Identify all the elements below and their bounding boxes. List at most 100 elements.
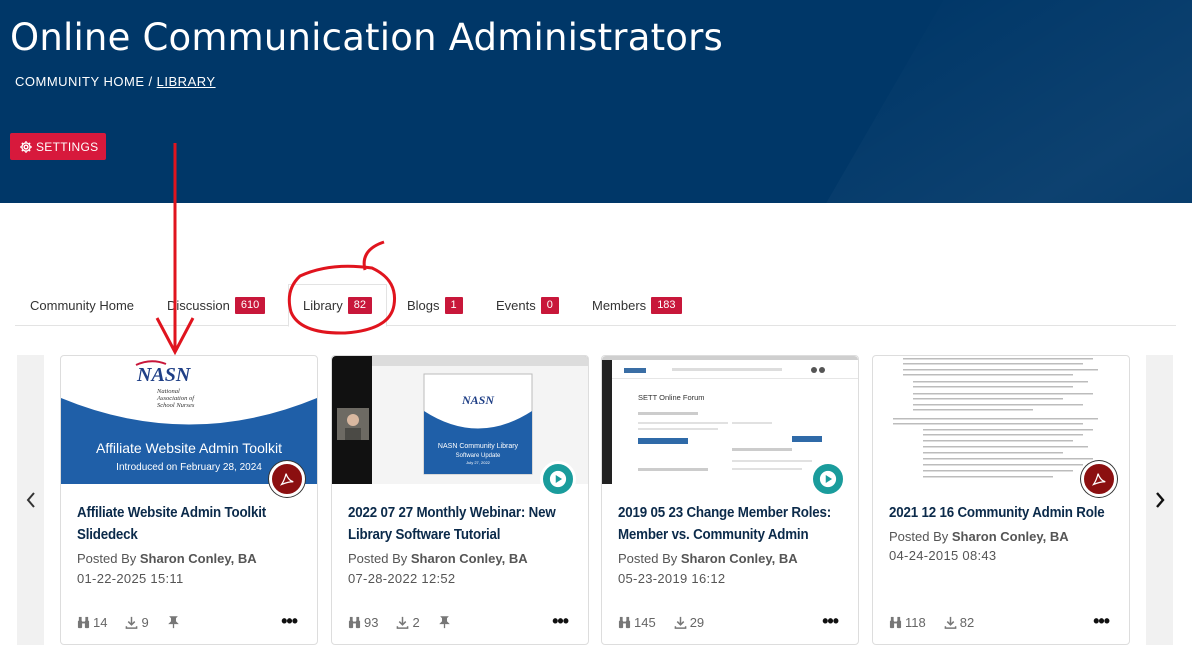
post-date: 07-28-2022 12:52	[348, 571, 456, 586]
views-stat: 93	[348, 615, 378, 630]
org-line: School Nurses	[157, 402, 195, 409]
chevron-right-icon	[1154, 491, 1166, 509]
breadcrumb-library-link[interactable]: LIBRARY	[157, 74, 216, 89]
views-count: 93	[364, 614, 379, 630]
views-count: 14	[93, 614, 108, 630]
more-options-icon[interactable]: •••	[822, 612, 839, 630]
posted-by: Posted By Sharon Conley, BA	[889, 529, 1069, 544]
posted-by: Posted By Sharon Conley, BA	[618, 551, 798, 566]
posted-label: Posted By	[889, 529, 949, 544]
slide-date: July 27, 2022	[466, 460, 491, 465]
tab-label: Discussion	[167, 297, 230, 313]
post-date: 04-24-2015 08:43	[889, 548, 997, 563]
card-title-link[interactable]: 2022 07 27 Monthly Webinar: New Library …	[348, 502, 573, 546]
logo-text: NASN	[461, 393, 495, 407]
library-card[interactable]: NASN National Association of School Nurs…	[60, 355, 318, 645]
downloads-count: 9	[141, 614, 149, 630]
breadcrumb-separator: /	[148, 74, 153, 89]
downloads-count: 29	[689, 614, 705, 630]
chevron-left-icon	[25, 491, 37, 509]
tab-discussion[interactable]: Discussion 610	[167, 284, 266, 326]
slide-subheading: Introduced on February 28, 2024	[116, 462, 262, 473]
views-count: 145	[634, 614, 656, 630]
posted-by: Posted By Sharon Conley, BA	[348, 551, 528, 566]
library-card[interactable]: SETT Online Forum 2019 05 23 Change Memb…	[601, 355, 859, 645]
count-badge: 183	[651, 296, 682, 314]
forum-heading: SETT Online Forum	[638, 393, 705, 402]
breadcrumb-home-link[interactable]: COMMUNITY HOME	[15, 74, 145, 89]
binoculars-icon	[77, 616, 90, 628]
views-stat: 145	[618, 615, 656, 630]
settings-button-label: SETTINGS	[36, 139, 99, 154]
play-icon	[810, 461, 846, 497]
library-card[interactable]: NASN NASN Community Library Software Upd…	[331, 355, 589, 645]
count-badge: 0	[540, 296, 559, 314]
posted-label: Posted By	[348, 551, 408, 566]
community-header: Online Communication Administrators COMM…	[0, 0, 1192, 203]
carousel-next-button[interactable]	[1146, 355, 1173, 645]
downloads-stat: 82	[944, 615, 974, 630]
download-icon	[674, 616, 687, 629]
tab-members[interactable]: Members 183	[592, 284, 682, 326]
count-badge: 610	[234, 296, 266, 314]
binoculars-icon	[618, 616, 631, 628]
play-icon	[540, 461, 576, 497]
author-link[interactable]: Sharon Conley, BA	[411, 551, 528, 566]
author-link[interactable]: Sharon Conley, BA	[140, 551, 257, 566]
org-line: Association of	[156, 395, 195, 402]
pin-icon[interactable]	[167, 615, 183, 629]
more-options-icon[interactable]: •••	[1093, 612, 1110, 630]
views-count: 118	[905, 614, 926, 630]
download-icon	[397, 616, 409, 629]
slide-subheading: Software Update	[456, 453, 501, 459]
carousel-prev-button[interactable]	[17, 355, 44, 645]
posted-by: Posted By Sharon Conley, BA	[77, 551, 257, 566]
library-card[interactable]: 2021 12 16 Community Admin Role Posted B…	[872, 355, 1130, 645]
gear-icon	[19, 140, 33, 154]
downloads-stat: 9	[125, 614, 149, 630]
logo-text: NASN	[136, 364, 192, 386]
views-stat: 14	[77, 615, 107, 630]
slide-heading: NASN Community Library	[438, 443, 519, 450]
card-title-link[interactable]: 2021 12 16 Community Admin Role	[889, 502, 1114, 524]
tab-community-home[interactable]: Community Home	[30, 284, 134, 326]
pin-icon[interactable]	[438, 615, 454, 629]
count-badge: 1	[444, 296, 463, 314]
downloads-count: 2	[412, 614, 420, 630]
tab-library[interactable]: Library 82	[288, 284, 387, 327]
tab-label: Events	[496, 297, 536, 313]
tab-label: Library	[303, 298, 343, 313]
more-options-icon[interactable]: •••	[552, 612, 569, 630]
author-link[interactable]: Sharon Conley, BA	[952, 529, 1069, 544]
author-link[interactable]: Sharon Conley, BA	[681, 551, 798, 566]
pdf-icon	[269, 461, 305, 497]
breadcrumb: COMMUNITY HOME / LIBRARY	[15, 74, 216, 89]
tab-label: Members	[592, 297, 647, 313]
downloads-stat: 2	[396, 614, 420, 630]
more-options-icon[interactable]: •••	[281, 612, 298, 630]
downloads-stat: 29	[674, 615, 704, 630]
card-title-link[interactable]: 2019 05 23 Change Member Roles: Member v…	[618, 502, 843, 546]
tab-blogs[interactable]: Blogs 1	[407, 284, 463, 326]
card-stats: 118 82	[889, 614, 992, 630]
tab-events[interactable]: Events 0	[496, 284, 559, 326]
card-stats: 14 9	[77, 614, 201, 630]
count-badge: 82	[347, 297, 372, 314]
download-icon	[126, 616, 138, 629]
views-stat: 118	[889, 615, 926, 630]
page-title: Online Communication Administrators	[10, 16, 723, 59]
community-tabs: Community Home Discussion 610 Library 82…	[15, 284, 1176, 327]
tab-label: Community Home	[30, 297, 135, 313]
download-icon	[944, 616, 957, 629]
settings-button[interactable]: SETTINGS	[10, 133, 106, 160]
downloads-count: 82	[959, 614, 975, 630]
card-title-link[interactable]: Affiliate Website Admin Toolkit Slidedec…	[77, 502, 302, 546]
binoculars-icon	[348, 616, 361, 628]
slide-heading: Affiliate Website Admin Toolkit	[96, 440, 282, 456]
card-stats: 93 2	[348, 614, 472, 630]
header-decoration	[793, 0, 1192, 203]
card-stats: 145 29	[618, 614, 722, 630]
post-date: 01-22-2025 15:11	[77, 571, 184, 586]
tab-label: Blogs	[407, 297, 440, 313]
pdf-icon	[1081, 461, 1117, 497]
